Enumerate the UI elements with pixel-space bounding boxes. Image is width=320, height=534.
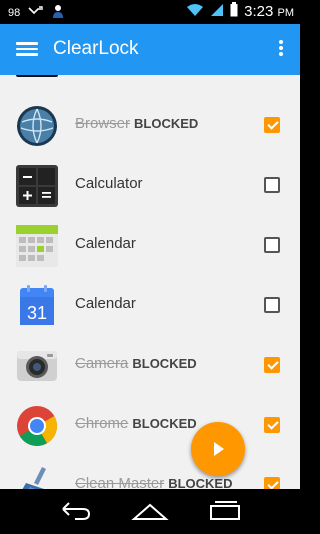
user-notification-icon: [52, 4, 64, 21]
app-label: Chrome BLOCKED: [75, 415, 197, 432]
blocked-label: BLOCKED: [168, 476, 233, 489]
list-item[interactable]: 31 Calendar: [0, 275, 300, 335]
status-bar: 98 3:23 PM: [0, 0, 300, 24]
signal-icon: [210, 3, 224, 21]
mei-app-icon: MEI.com: [16, 75, 58, 79]
block-checkbox[interactable]: [264, 297, 280, 313]
clock-time: 3:23: [244, 3, 274, 20]
app-label: Calendar: [75, 235, 136, 252]
list-item[interactable]: Chrome BLOCKED: [0, 395, 300, 455]
app-name: Calculator: [75, 175, 143, 192]
block-checkbox[interactable]: [264, 237, 280, 253]
app-label: Camera BLOCKED: [75, 355, 197, 372]
block-checkbox[interactable]: [264, 177, 280, 193]
battery-icon: [230, 2, 238, 21]
navigation-bar: [0, 489, 300, 534]
camera-icon: [16, 345, 58, 387]
blocked-label: BLOCKED: [132, 416, 197, 431]
app-list[interactable]: MEI.com BrowserBLOCKED: [0, 75, 300, 489]
app-label: Calculator: [75, 175, 143, 192]
status-right: 3:23 PM: [186, 2, 294, 21]
broom-icon: [16, 465, 58, 489]
calendar-date-text: 31: [27, 303, 47, 323]
block-checkbox[interactable]: [264, 117, 280, 133]
block-checkbox[interactable]: [264, 357, 280, 373]
list-item[interactable]: Camera BLOCKED: [0, 335, 300, 395]
list-item[interactable]: MEI.com: [0, 75, 300, 87]
app-label: Clean Master BLOCKED: [75, 475, 232, 489]
hamburger-menu-icon[interactable]: [16, 39, 38, 59]
calendar-31-icon: 31: [16, 285, 58, 327]
home-icon[interactable]: [130, 497, 170, 525]
block-checkbox[interactable]: [264, 477, 280, 489]
overflow-menu-icon[interactable]: [276, 38, 286, 62]
list-item[interactable]: Browser BLOCKED: [0, 95, 300, 155]
blocked-label: BLOCKED: [134, 116, 199, 131]
status-left: 98: [8, 4, 64, 21]
globe-icon: [16, 105, 58, 147]
clock-text: 3:23 PM: [244, 3, 294, 20]
blocked-label: BLOCKED: [132, 356, 197, 371]
app-name: Calendar: [75, 235, 136, 252]
play-fab-button[interactable]: [191, 422, 245, 476]
app-name: Clean Master: [75, 475, 165, 489]
missed-call-icon: [28, 5, 44, 20]
list-item[interactable]: Calendar: [0, 215, 300, 275]
list-item[interactable]: Clean Master BLOCKED: [0, 455, 300, 489]
clock-ampm: PM: [277, 7, 295, 19]
block-checkbox[interactable]: [264, 417, 280, 433]
calendar-grid-icon: [16, 225, 58, 267]
app-name: Camera: [75, 355, 129, 372]
back-icon[interactable]: [55, 497, 95, 525]
list-item[interactable]: Calculator: [0, 155, 300, 215]
app-name: Browser: [75, 115, 131, 132]
app-name: Calendar: [75, 295, 136, 312]
app-bar: ClearLock: [0, 24, 300, 75]
app-name: Chrome: [75, 415, 129, 432]
chrome-icon: [16, 405, 58, 447]
battery-percent-text: 98: [8, 6, 21, 19]
app-label: Browser BLOCKED: [75, 115, 198, 132]
app-label: Calendar: [75, 295, 136, 312]
recent-apps-icon[interactable]: [205, 497, 245, 525]
calculator-icon: [16, 165, 58, 207]
wifi-icon: [186, 3, 204, 21]
app-title: ClearLock: [53, 38, 139, 59]
